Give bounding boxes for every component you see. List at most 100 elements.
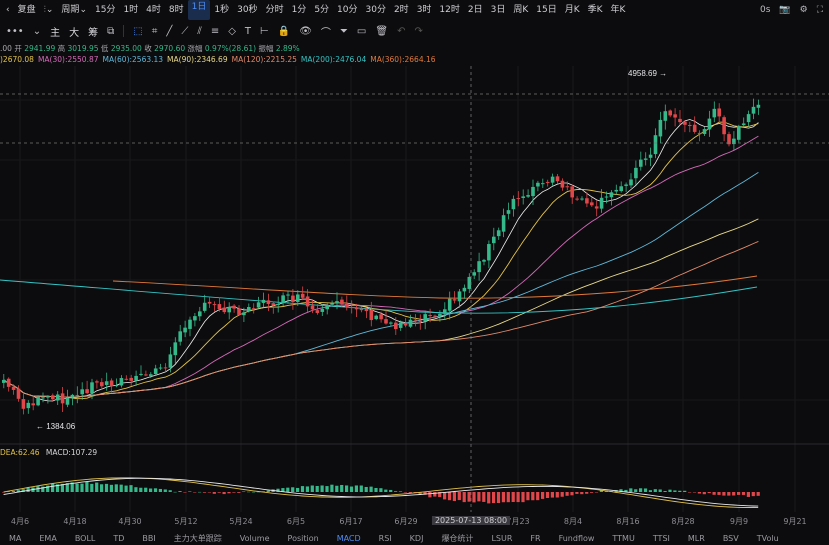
tab-5[interactable]: 主力大单跟踪 (165, 533, 231, 545)
tab-0[interactable]: MA (0, 533, 30, 545)
candle-body (335, 301, 339, 304)
macd-histogram-bar (251, 491, 256, 493)
x-tick-label: 8月16 (616, 517, 640, 526)
tab-16[interactable]: TTSI (644, 533, 679, 545)
candle-body (746, 114, 751, 123)
tab-14[interactable]: Fundflow (550, 533, 604, 545)
macd-histogram-bar (472, 492, 476, 503)
candle-body (320, 308, 325, 312)
candle-body (648, 154, 653, 158)
candle-body (692, 124, 697, 132)
macd-histogram-bar (354, 485, 358, 492)
macd-histogram-bar (389, 489, 393, 492)
macd-histogram-bar (403, 492, 407, 493)
x-tick-label: 9月9 (729, 517, 749, 526)
tab-18[interactable]: BSV (714, 533, 748, 545)
tab-11[interactable]: 爆仓统计 (432, 533, 482, 545)
macd-histogram-bar (90, 483, 94, 492)
candle-body (139, 373, 143, 375)
macd-histogram-bar (467, 492, 471, 502)
tab-13[interactable]: FR (521, 533, 549, 545)
x-axis: 4月6 4月18 4月30 5月12 5月24 6月5 6月17 6月29 7月23 8月4 8月1… (0, 514, 829, 528)
candle-body (536, 182, 540, 187)
candle-body (168, 354, 173, 368)
candle-body (70, 394, 75, 398)
candle-body (477, 261, 481, 273)
tab-4[interactable]: BBI (133, 533, 164, 545)
candle-body (482, 259, 486, 262)
tab-19[interactable]: TVolu (748, 533, 788, 545)
candle-body (65, 397, 70, 405)
macd-histogram-bar (305, 486, 309, 492)
macd-histogram-bar (207, 492, 211, 493)
ma-line-7 (3, 119, 759, 402)
tab-9[interactable]: RSI (370, 533, 401, 545)
macd-histogram-bar (129, 485, 133, 492)
macd-histogram-bar (325, 486, 329, 492)
low-marker-label: ← 1384.06 (36, 422, 76, 431)
candle-body (271, 303, 276, 306)
candle-body (247, 307, 251, 312)
macd-histogram-bar (315, 485, 319, 492)
candle-body (756, 104, 761, 108)
candle-body (443, 309, 447, 314)
candle-body (129, 377, 133, 381)
candle-body (673, 114, 677, 118)
macd-histogram-bar (237, 492, 241, 493)
ma-line-200 (0, 279, 758, 314)
tab-6[interactable]: Volume (231, 533, 279, 545)
tab-10[interactable]: KDJ (401, 533, 433, 545)
macd-histogram-bar (629, 488, 633, 492)
candle-body (594, 206, 599, 209)
candle-body (354, 308, 359, 310)
macd-histogram-bar (398, 491, 403, 492)
macd-histogram-bar (75, 483, 79, 492)
candle-body (555, 176, 560, 182)
candle-body (717, 108, 721, 117)
candle-body (408, 319, 413, 327)
candle-body (124, 378, 129, 380)
macd-histogram-bar (545, 492, 550, 499)
macd-histogram-bar (104, 483, 109, 492)
macd-histogram-bar (109, 484, 113, 492)
candle-body (423, 314, 427, 322)
tab-17[interactable]: MLR (679, 533, 714, 545)
candle-body (364, 308, 369, 312)
candle-body (345, 304, 349, 308)
x-tick-label: 8月4 (563, 517, 583, 526)
macd-histogram-bar (349, 486, 354, 492)
candle-body (624, 184, 628, 186)
candle-body (643, 158, 648, 160)
macd-histogram-bar (477, 492, 481, 502)
candle-body (232, 305, 236, 309)
candle-body (149, 374, 153, 376)
candle-body (634, 167, 638, 179)
x-tick-label: 4月18 (63, 517, 87, 526)
candle-body (609, 192, 614, 198)
tab-1[interactable]: EMA (30, 533, 65, 545)
candle-body (26, 402, 31, 409)
candle-body (492, 236, 496, 244)
candle-body (394, 322, 398, 330)
macd-histogram-bar (712, 492, 716, 495)
candle-body (722, 117, 726, 135)
candle-body (580, 198, 584, 200)
tab-2[interactable]: BOLL (66, 533, 105, 545)
tab-3[interactable]: TD (104, 533, 133, 545)
price-chart[interactable]: 4958.69 → ← 1384.06 (0, 0, 829, 543)
macd-histogram-bar (124, 485, 128, 492)
tab-8[interactable]: MACD (328, 533, 370, 545)
macd-histogram-bar (188, 491, 192, 492)
macd-histogram-bar (751, 492, 755, 497)
macd-dif-line (3, 477, 759, 508)
candle-body (198, 311, 202, 317)
tab-12[interactable]: LSUR (482, 533, 521, 545)
tab-15[interactable]: TTMU (603, 533, 643, 545)
macd-histogram-bar (492, 492, 496, 503)
macd-histogram-bar (496, 492, 501, 504)
candle-body (702, 129, 707, 134)
ma-line-14 (3, 121, 759, 400)
candle-body (183, 327, 187, 333)
candle-body (330, 303, 334, 305)
tab-7[interactable]: Position (279, 533, 328, 545)
